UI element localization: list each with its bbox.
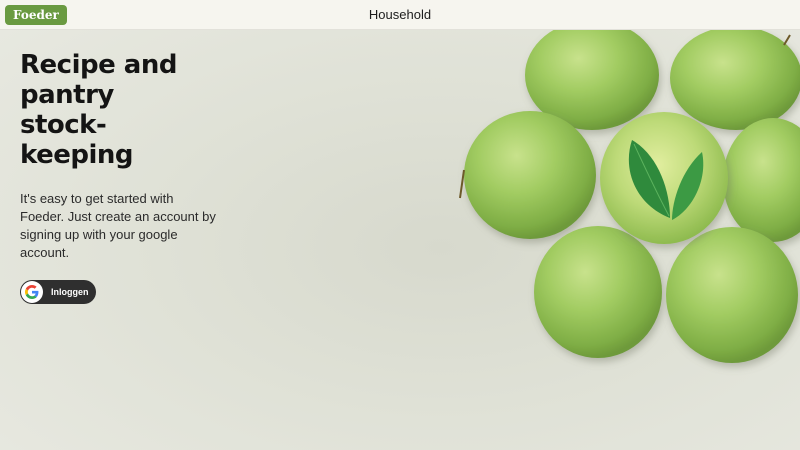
center-apple <box>600 112 728 244</box>
apple <box>534 226 662 358</box>
apples-illustration <box>459 30 800 363</box>
page-title: Household <box>368 7 432 22</box>
apple <box>464 111 596 239</box>
top-bar: Foeder Household <box>0 0 800 30</box>
hero-description: It's easy to get started with Foeder. Ju… <box>20 191 216 260</box>
apple <box>666 227 798 363</box>
google-login-button[interactable]: Inloggen <box>20 280 96 304</box>
apple <box>670 30 800 130</box>
hero-heading: Recipe and pantry stock-keeping <box>20 50 177 170</box>
google-g-icon <box>25 285 39 299</box>
google-icon-container <box>21 281 43 303</box>
login-button-label: Inloggen <box>51 287 89 297</box>
apple <box>723 118 800 242</box>
